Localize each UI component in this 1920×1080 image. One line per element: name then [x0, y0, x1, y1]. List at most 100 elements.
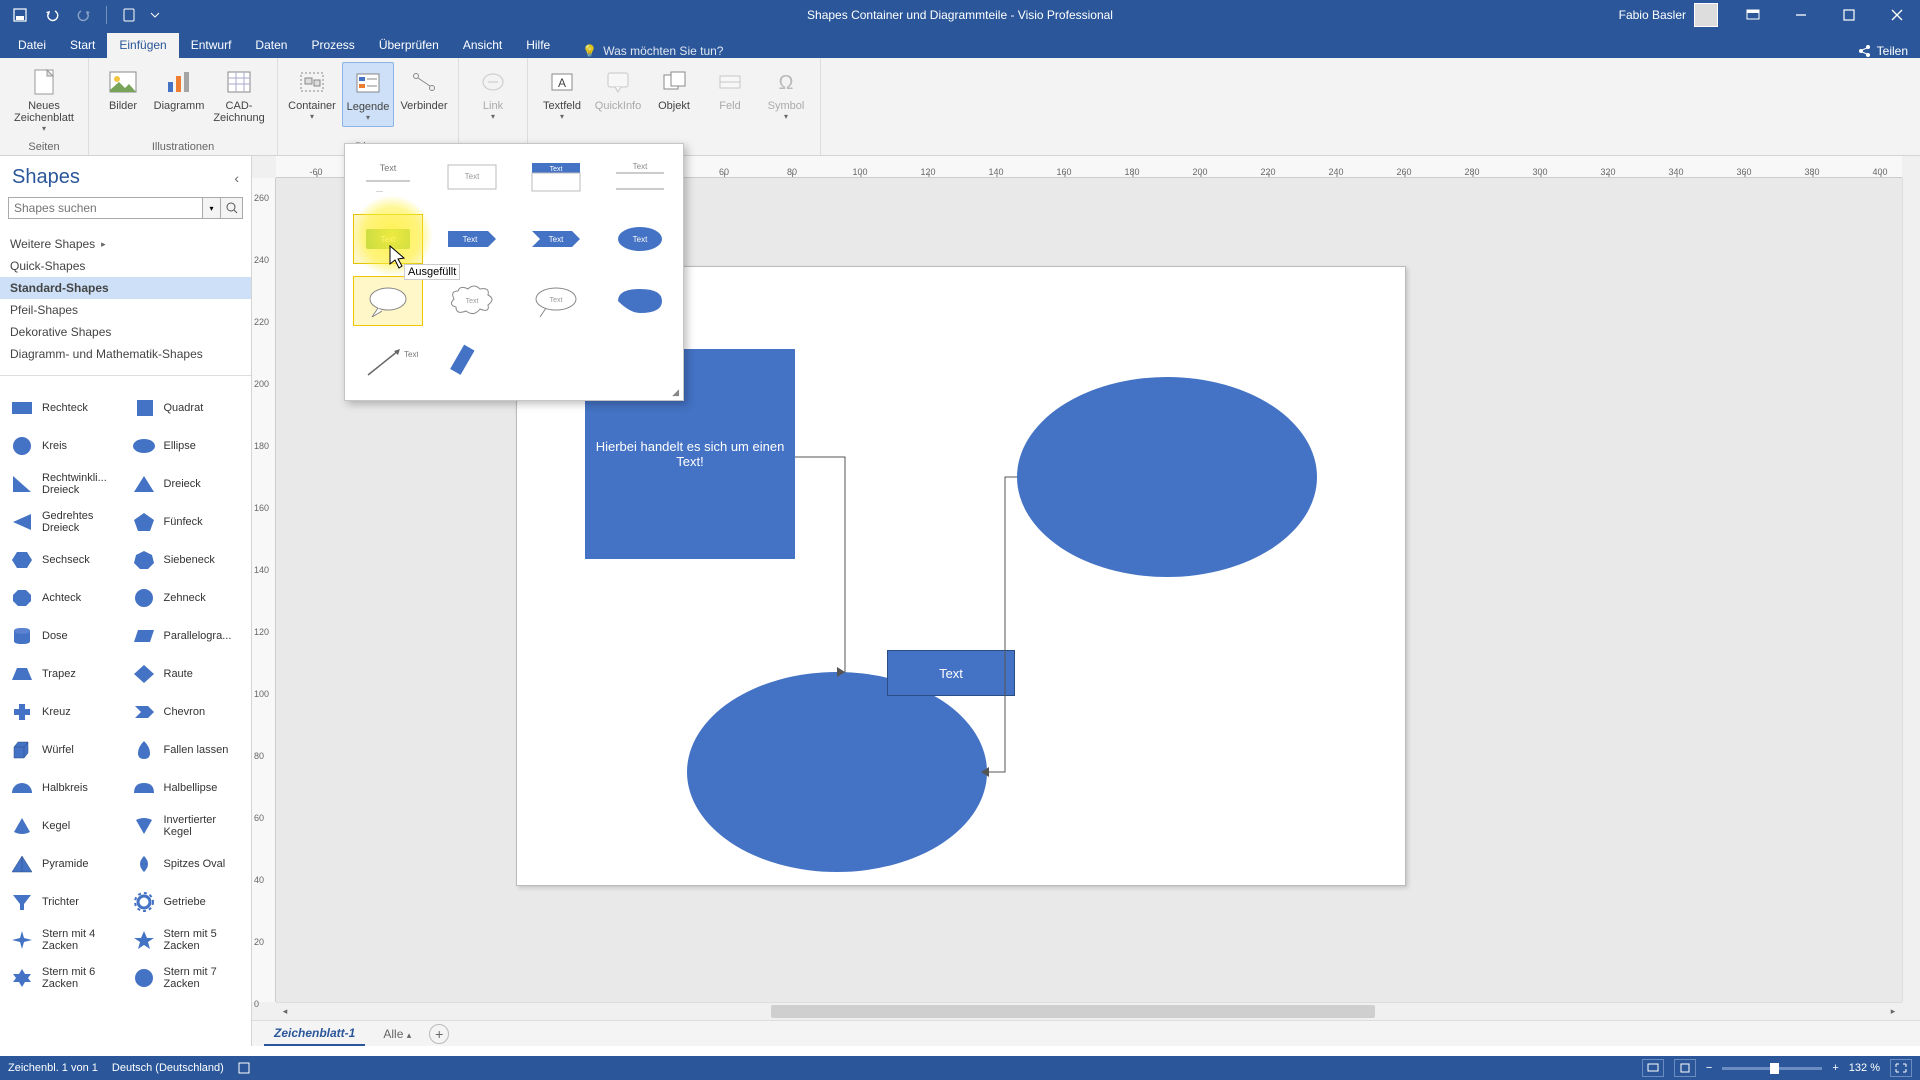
shape-item[interactable]: Kegel	[4, 807, 126, 845]
zoom-out-button[interactable]: −	[1706, 1062, 1712, 1074]
shape-item[interactable]: Trapez	[4, 655, 126, 693]
tab-prozess[interactable]: Prozess	[299, 33, 366, 58]
scroll-thumb[interactable]	[771, 1005, 1375, 1018]
shape-cat-standard[interactable]: Standard-Shapes	[0, 277, 251, 299]
legende-option[interactable]: Text	[605, 214, 675, 264]
legende-option[interactable]: Text	[437, 276, 507, 326]
scroll-right-button[interactable]: ▸	[1884, 1003, 1902, 1021]
shape-item[interactable]: Ellipse	[126, 427, 248, 465]
page-tab-active[interactable]: Zeichenblatt-1	[264, 1022, 365, 1046]
ellipse-shape-2[interactable]	[687, 672, 987, 872]
cad-zeichnung-button[interactable]: CAD- Zeichnung	[209, 62, 269, 128]
diagramm-button[interactable]: Diagramm	[153, 62, 205, 116]
text-callout-shape[interactable]: Text	[887, 650, 1015, 696]
legende-option-highlighted[interactable]: Text	[353, 214, 423, 264]
shape-item[interactable]: Quadrat	[126, 389, 248, 427]
shape-item[interactable]: Zehneck	[126, 579, 248, 617]
tab-start[interactable]: Start	[58, 33, 107, 58]
objekt-button[interactable]: Objekt	[648, 62, 700, 116]
shape-item[interactable]: Halbkreis	[4, 769, 126, 807]
scroll-track[interactable]	[294, 1003, 1884, 1020]
shape-item[interactable]: InvertierterKegel	[126, 807, 248, 845]
shape-item[interactable]: Siebeneck	[126, 541, 248, 579]
macro-recorder-icon[interactable]	[238, 1062, 250, 1074]
shape-cat-weitere[interactable]: Weitere Shapes▸	[0, 233, 251, 255]
maximize-button[interactable]	[1826, 0, 1872, 30]
close-button[interactable]	[1874, 0, 1920, 30]
shape-item[interactable]: Dreieck	[126, 465, 248, 503]
shape-item[interactable]: Chevron	[126, 693, 248, 731]
shape-cat-pfeil[interactable]: Pfeil-Shapes	[0, 299, 251, 321]
legende-option[interactable]: Text	[521, 276, 591, 326]
tab-einfuegen[interactable]: Einfügen	[107, 33, 178, 58]
undo-button[interactable]	[38, 3, 66, 27]
legende-button[interactable]: Legende ▾	[342, 62, 394, 127]
legende-option[interactable]: Text	[437, 214, 507, 264]
zoom-slider[interactable]	[1722, 1067, 1822, 1070]
shape-item[interactable]: Spitzes Oval	[126, 845, 248, 883]
shape-cat-diagramm[interactable]: Diagramm- und Mathematik-Shapes	[0, 343, 251, 365]
shape-item[interactable]: Fallen lassen	[126, 731, 248, 769]
fit-window-button[interactable]	[1890, 1059, 1912, 1077]
legende-option[interactable]: Text—	[353, 152, 423, 202]
shape-item[interactable]: Halbellipse	[126, 769, 248, 807]
shape-item[interactable]: GedrehtesDreieck	[4, 503, 126, 541]
textfeld-button[interactable]: A Textfeld ▾	[536, 62, 588, 125]
minimize-button[interactable]	[1778, 0, 1824, 30]
gallery-resize-handle[interactable]: ◢	[672, 387, 679, 398]
tab-hilfe[interactable]: Hilfe	[514, 33, 562, 58]
zoom-slider-knob[interactable]	[1770, 1063, 1779, 1074]
container-button[interactable]: Container ▾	[286, 62, 338, 125]
ribbon-display-options-button[interactable]	[1730, 0, 1776, 30]
shape-item[interactable]: Stern mit 7Zacken	[126, 959, 248, 997]
tab-entwurf[interactable]: Entwurf	[179, 33, 244, 58]
neues-zeichenblatt-button[interactable]: Neues Zeichenblatt ▾	[8, 62, 80, 137]
shape-item[interactable]: Fünfeck	[126, 503, 248, 541]
legende-option[interactable]: Text	[521, 152, 591, 202]
shape-cat-dekorative[interactable]: Dekorative Shapes	[0, 321, 251, 343]
vertical-scrollbar[interactable]	[1902, 178, 1920, 1002]
shape-item[interactable]: Getriebe	[126, 883, 248, 921]
shape-item[interactable]: Rechtwinkli...Dreieck	[4, 465, 126, 503]
shape-item[interactable]: Achteck	[4, 579, 126, 617]
shape-item[interactable]: Stern mit 4Zacken	[4, 921, 126, 959]
legende-option[interactable]: Text	[605, 152, 675, 202]
tab-datei[interactable]: Datei	[6, 33, 58, 58]
search-dropdown-button[interactable]: ▾	[203, 197, 221, 219]
shape-item[interactable]: Stern mit 6Zacken	[4, 959, 126, 997]
legende-option[interactable]	[437, 338, 507, 388]
collapse-pane-button[interactable]: ‹	[234, 170, 239, 186]
shape-item[interactable]: Trichter	[4, 883, 126, 921]
language-indicator[interactable]: Deutsch (Deutschland)	[112, 1062, 224, 1074]
all-pages-button[interactable]: Alle ▴	[375, 1023, 419, 1045]
shape-item[interactable]: Pyramide	[4, 845, 126, 883]
redo-button[interactable]	[70, 3, 98, 27]
shape-item[interactable]: Raute	[126, 655, 248, 693]
touch-mode-button[interactable]	[115, 3, 143, 27]
share-button[interactable]: Teilen	[1857, 44, 1908, 58]
shape-item[interactable]: Kreuz	[4, 693, 126, 731]
shape-item[interactable]: Würfel	[4, 731, 126, 769]
tell-me-search[interactable]: 💡 Was möchten Sie tun?	[582, 44, 723, 58]
bilder-button[interactable]: Bilder	[97, 62, 149, 116]
presentation-view-button[interactable]	[1642, 1059, 1664, 1077]
shape-item[interactable]: Kreis	[4, 427, 126, 465]
shape-cat-quick[interactable]: Quick-Shapes	[0, 255, 251, 277]
legende-option-selected[interactable]	[353, 276, 423, 326]
legende-option[interactable]: Text	[353, 338, 423, 388]
legende-option[interactable]: Text	[437, 152, 507, 202]
ellipse-shape-1[interactable]	[1017, 377, 1317, 577]
shape-item[interactable]: Stern mit 5Zacken	[126, 921, 248, 959]
zoom-level[interactable]: 132 %	[1849, 1062, 1880, 1074]
shape-item[interactable]: Sechseck	[4, 541, 126, 579]
legende-option[interactable]: Text	[521, 214, 591, 264]
verbinder-button[interactable]: Verbinder	[398, 62, 450, 116]
shape-item[interactable]: Parallelogra...	[126, 617, 248, 655]
search-input[interactable]	[8, 197, 203, 219]
fit-page-button[interactable]	[1674, 1059, 1696, 1077]
horizontal-scrollbar[interactable]: ◂ ▸	[276, 1002, 1902, 1020]
legende-option[interactable]	[605, 276, 675, 326]
search-go-button[interactable]	[221, 197, 243, 219]
save-button[interactable]	[6, 3, 34, 27]
tab-ueberpruefen[interactable]: Überprüfen	[367, 33, 451, 58]
